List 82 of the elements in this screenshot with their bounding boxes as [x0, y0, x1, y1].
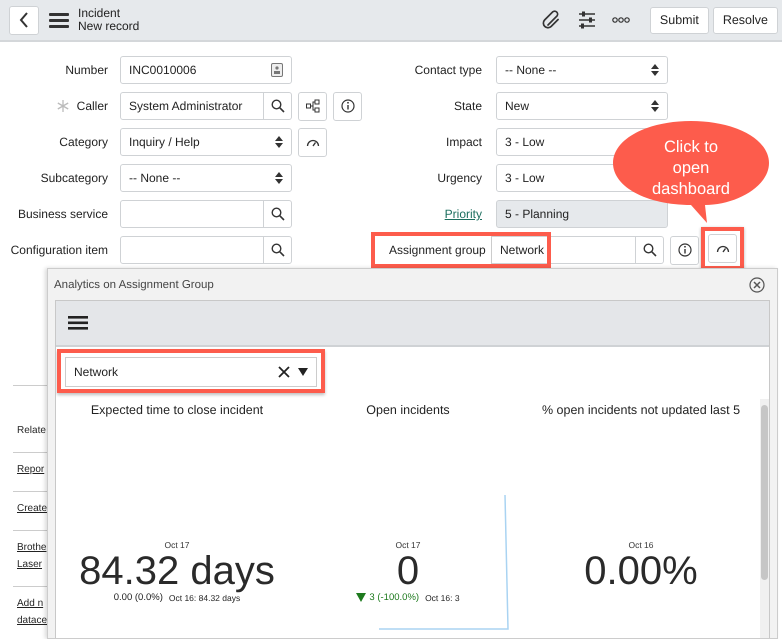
dropdown[interactable]: -- None --: [496, 56, 668, 84]
dropdown[interactable]: -- None --: [120, 164, 292, 192]
hierarchy-icon: [306, 99, 320, 113]
updown-icon: [651, 100, 659, 112]
readonly-field: 5 - Planning: [496, 200, 668, 228]
field-label: Contact type: [414, 63, 482, 77]
paperclip-icon[interactable]: [542, 10, 562, 30]
input-field[interactable]: [120, 200, 264, 228]
field-label: State: [454, 99, 482, 113]
dashboard-button[interactable]: [298, 128, 327, 156]
input-field[interactable]: [120, 236, 264, 264]
submit-button[interactable]: Submit: [650, 6, 709, 34]
record-type: Incident: [78, 7, 122, 20]
field-label: Assignment group: [389, 243, 486, 257]
dashboard-button[interactable]: [708, 234, 737, 262]
field-label: Impact: [446, 135, 482, 149]
field-label: Caller: [76, 99, 108, 113]
related-label: Relate: [17, 424, 47, 438]
field-label: Subcategory: [40, 171, 108, 185]
search-icon: [270, 243, 284, 257]
widget-title: Expected time to close incident: [90, 403, 264, 417]
back-button[interactable]: [9, 6, 39, 34]
gauge-icon: [716, 243, 730, 253]
related-link[interactable]: Create: [17, 500, 47, 517]
search-button[interactable]: [264, 92, 292, 120]
chevron-left-icon: [19, 12, 29, 28]
updown-icon: [651, 64, 659, 76]
caret-icon: [298, 368, 308, 376]
updown-icon: [275, 136, 283, 148]
score-value: 0.00%: [584, 550, 698, 592]
field-label: Urgency: [437, 171, 482, 185]
callout-tooltip: Click to open dashboard: [611, 119, 771, 225]
field-label: Configuration item: [10, 243, 108, 257]
field-label: Business service: [18, 207, 108, 221]
score-value: 0: [396, 550, 420, 592]
id-card-icon: [271, 63, 283, 77]
info-button[interactable]: [333, 92, 362, 120]
field-label: Category: [59, 135, 108, 149]
score-date: Oct 16: [628, 540, 654, 550]
filter-dropdown[interactable]: Network: [65, 357, 317, 387]
score-date: Oct 17: [395, 540, 421, 550]
menu-icon[interactable]: [68, 316, 88, 330]
updown-icon: [275, 172, 283, 184]
more-icon[interactable]: [612, 17, 630, 23]
previous-score: Oct 16: 3: [425, 592, 460, 602]
score-value: 84.32 days: [79, 550, 275, 592]
search-button[interactable]: [636, 236, 664, 264]
scrollbar[interactable]: [760, 399, 769, 638]
input-field[interactable]: System Administrator: [120, 92, 264, 120]
clear-icon: [278, 366, 290, 378]
dropdown[interactable]: New: [496, 92, 668, 120]
info-button[interactable]: [670, 236, 699, 264]
search-icon: [270, 207, 284, 221]
search-button[interactable]: [264, 236, 292, 264]
widget-title: Open incidents: [366, 403, 450, 417]
input-field[interactable]: Network: [492, 236, 636, 264]
widget-title: % open incidents not updated last 5: [542, 403, 740, 417]
menu-icon[interactable]: [49, 12, 69, 28]
search-icon: [642, 243, 656, 257]
info-icon: [678, 243, 692, 257]
hierarchy-button[interactable]: [298, 92, 327, 120]
gauge-icon: [306, 137, 320, 147]
dropdown[interactable]: Inquiry / Help: [120, 128, 292, 156]
search-button[interactable]: [264, 200, 292, 228]
sliders-icon[interactable]: [578, 10, 596, 30]
score-date: Oct 17: [164, 540, 190, 550]
related-link[interactable]: Repor: [17, 461, 47, 478]
field-link[interactable]: Priority: [444, 207, 482, 221]
score-change: 3 (-100.0%): [369, 592, 420, 603]
input-field[interactable]: INC0010006: [120, 56, 292, 84]
record-subtitle: New record: [78, 20, 140, 33]
score-change: 0.00 (0.0%): [114, 592, 163, 603]
down-triangle-icon: [356, 593, 366, 602]
close-icon[interactable]: [749, 276, 765, 292]
search-icon: [270, 99, 284, 113]
related-link[interactable]: Add n datace: [17, 595, 47, 629]
dialog-title: Analytics on Assignment Group: [54, 278, 214, 290]
field-label: Number: [65, 63, 108, 77]
related-link[interactable]: Brothe Laser: [17, 539, 47, 573]
info-icon: [340, 99, 354, 113]
previous-score: Oct 16: 84.32 days: [168, 592, 240, 602]
resolve-button[interactable]: Resolve: [712, 6, 778, 34]
